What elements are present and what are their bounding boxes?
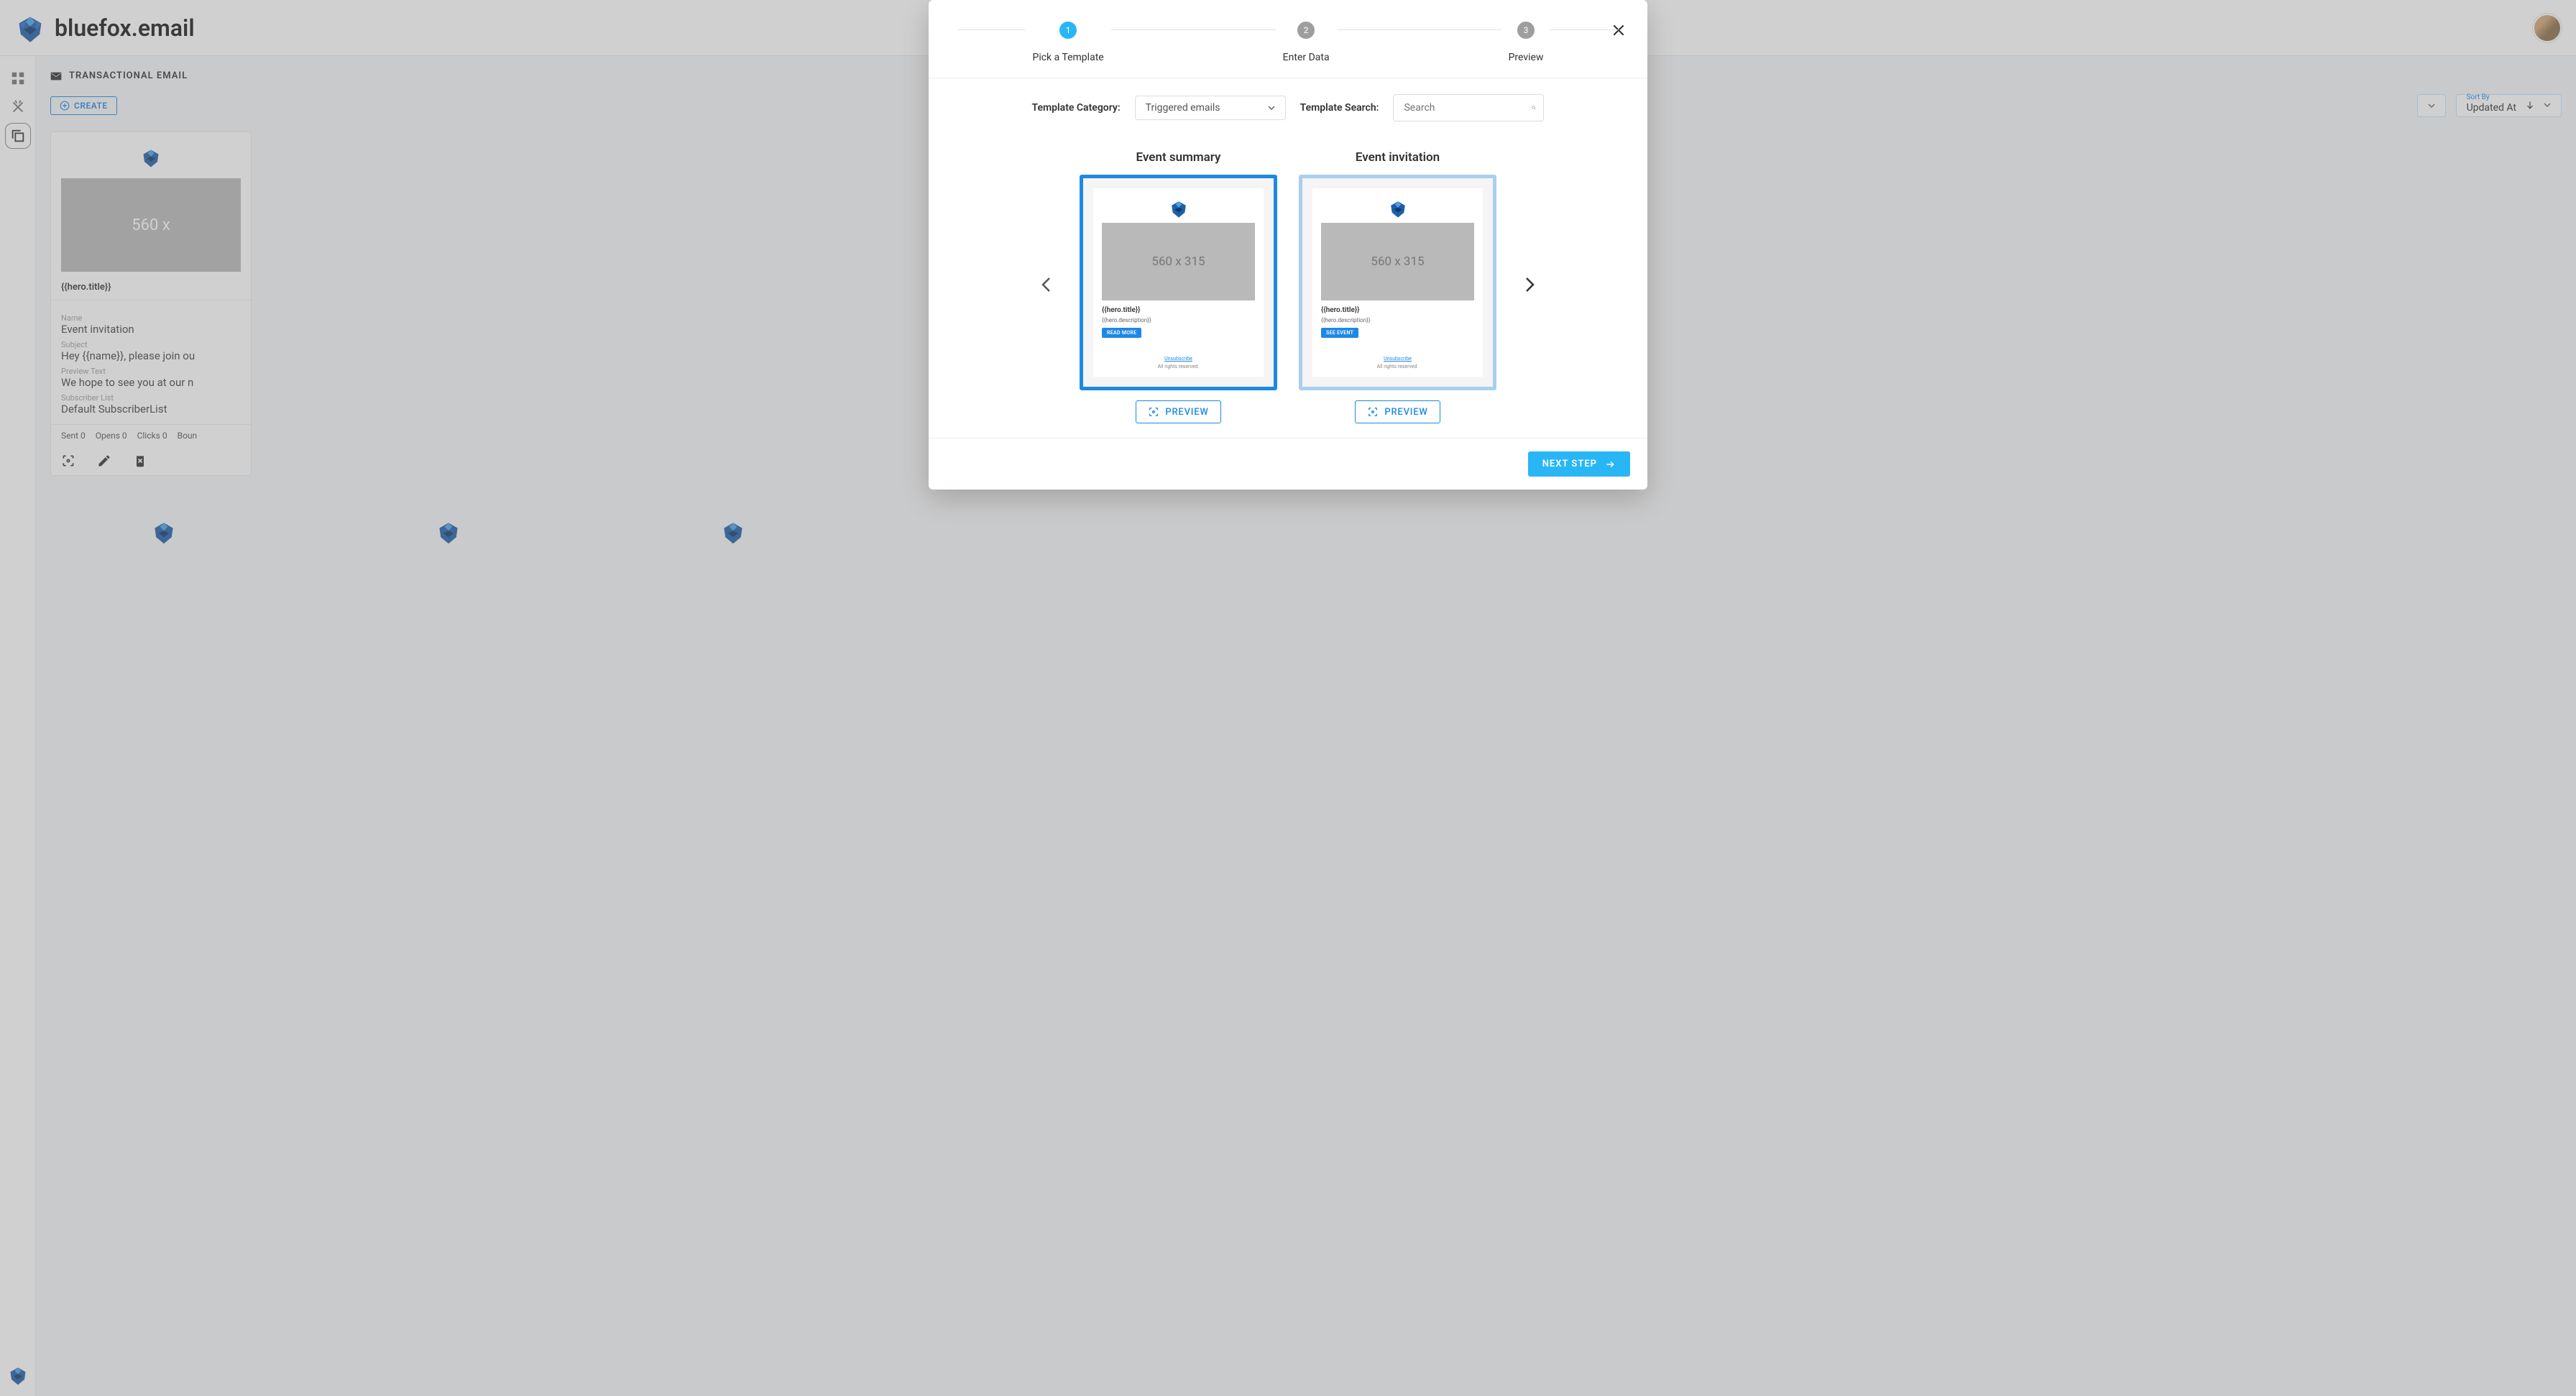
template-img-placeholder: 560 x 315	[1102, 223, 1255, 300]
arrow-right-icon	[1604, 459, 1616, 469]
step-2-label: Enter Data	[1283, 52, 1330, 63]
chevron-left-icon	[1041, 277, 1051, 293]
preview-icon	[1148, 406, 1159, 418]
modal-filters: Template Category: Triggered emails Temp…	[929, 78, 1647, 129]
category-select[interactable]: Triggered emails	[1135, 96, 1286, 120]
search-icon	[1532, 101, 1536, 115]
template-card-1[interactable]: 560 x 315 {{hero.title}} {{hero.descript…	[1080, 175, 1277, 390]
template-img-placeholder: 560 x 315	[1321, 223, 1474, 300]
step-2[interactable]: 2 Enter Data	[1276, 22, 1337, 63]
search-input[interactable]	[1404, 102, 1532, 114]
step-1-label: Pick a Template	[1032, 52, 1103, 63]
preview-button-1[interactable]: PREVIEW	[1136, 400, 1220, 423]
preview-label: PREVIEW	[1165, 407, 1208, 418]
next-label: NEXT STEP	[1542, 459, 1597, 469]
template-hero-title: {{hero.title}}	[1321, 306, 1474, 314]
category-value: Triggered emails	[1146, 102, 1220, 114]
template-2-title: Event invitation	[1356, 150, 1440, 165]
unsubscribe-link: Unsubscribe	[1102, 356, 1255, 362]
chevron-right-icon	[1525, 277, 1535, 293]
template-card-2[interactable]: 560 x 315 {{hero.title}} {{hero.descript…	[1299, 175, 1496, 390]
fox-icon	[1388, 198, 1408, 219]
template-cta-btn: SEE EVENT	[1321, 328, 1358, 338]
next-step-button[interactable]: NEXT STEP	[1528, 451, 1630, 477]
template-1-title: Event summary	[1136, 150, 1221, 165]
template-col-2: Event invitation 560 x 315 {{hero.title}…	[1299, 150, 1496, 423]
unsubscribe-link: Unsubscribe	[1321, 356, 1474, 362]
template-picker-modal: 1 Pick a Template 2 Enter Data 3 Preview…	[929, 0, 1647, 490]
preview-button-2[interactable]: PREVIEW	[1355, 400, 1440, 423]
search-label: Template Search:	[1300, 102, 1379, 114]
templates-row: Event summary 560 x 315 {{hero.title}} {…	[929, 129, 1647, 438]
template-cta-btn: READ MORE	[1102, 328, 1141, 338]
caret-down-icon	[1268, 106, 1275, 110]
category-label: Template Category:	[1032, 102, 1121, 114]
template-hero-title: {{hero.title}}	[1102, 306, 1255, 314]
template-col-1: Event summary 560 x 315 {{hero.title}} {…	[1080, 150, 1277, 423]
next-chevron[interactable]	[1518, 269, 1542, 305]
preview-label: PREVIEW	[1384, 407, 1427, 418]
prev-chevron[interactable]	[1034, 269, 1058, 305]
template-hero-desc: {{hero.description}}	[1321, 317, 1474, 323]
search-box[interactable]	[1393, 94, 1544, 121]
rights-text: All rights reserved.	[1158, 364, 1200, 369]
template-hero-desc: {{hero.description}}	[1102, 317, 1255, 323]
step-1[interactable]: 1 Pick a Template	[1025, 22, 1110, 63]
modal-footer: NEXT STEP	[929, 438, 1647, 490]
stepper: 1 Pick a Template 2 Enter Data 3 Preview	[929, 0, 1647, 78]
step-3[interactable]: 3 Preview	[1501, 22, 1551, 63]
step-3-label: Preview	[1509, 52, 1544, 63]
fox-icon	[1169, 198, 1189, 219]
rights-text: All rights reserved.	[1377, 364, 1419, 369]
preview-icon	[1367, 406, 1379, 418]
